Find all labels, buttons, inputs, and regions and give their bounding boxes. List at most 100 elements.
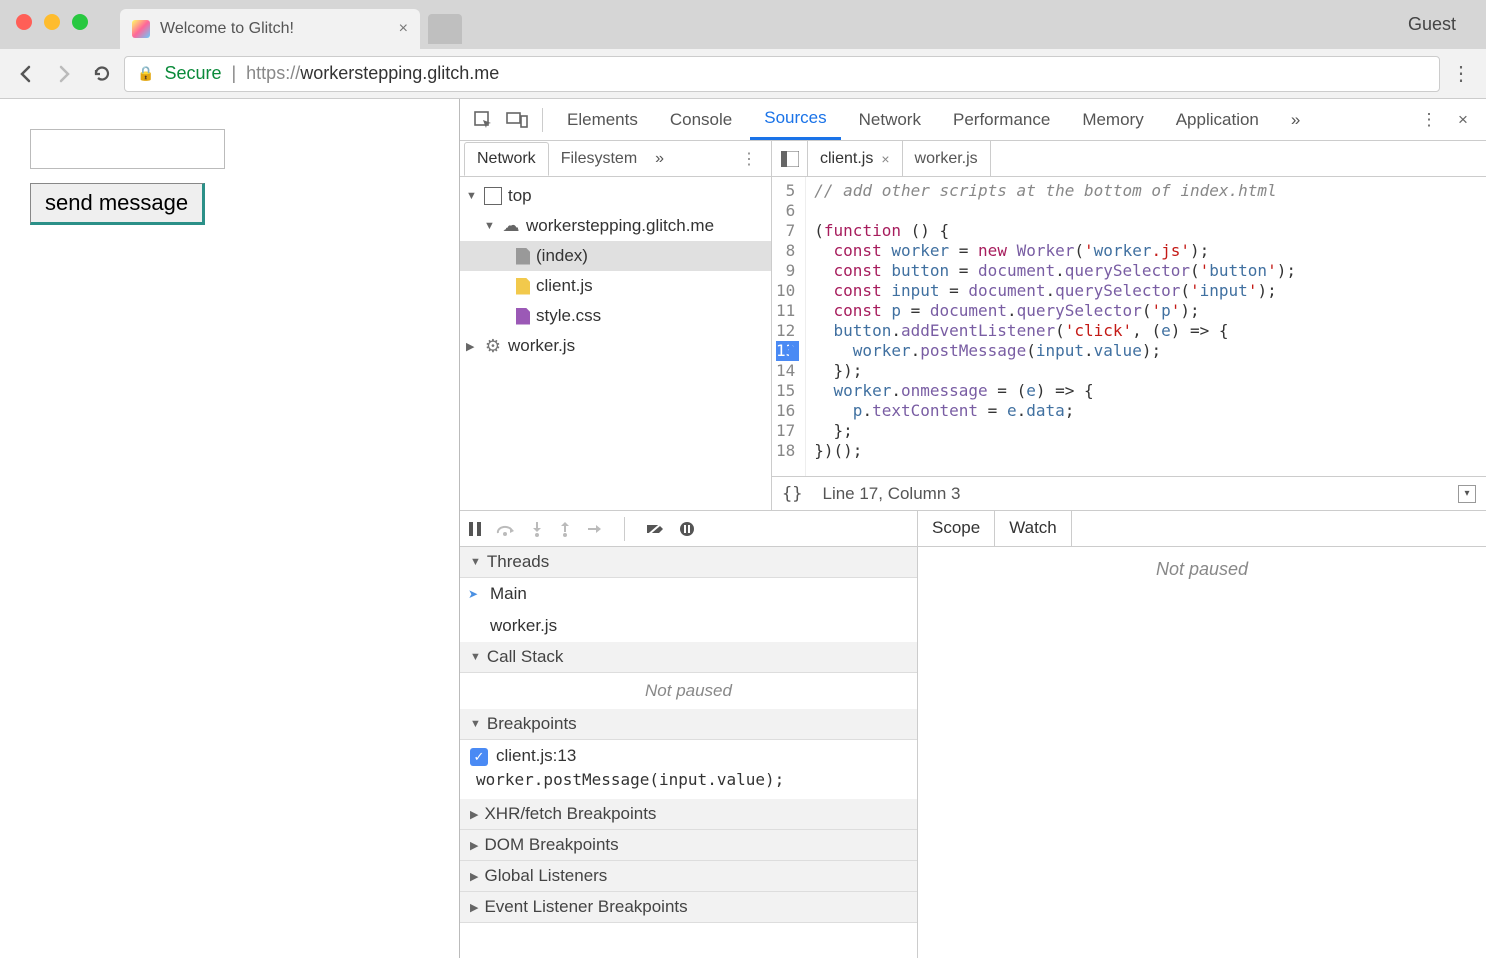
callstack-status: Not paused — [460, 673, 917, 709]
minimize-window-icon[interactable] — [44, 14, 60, 30]
tab-sources[interactable]: Sources — [750, 99, 840, 140]
new-tab-button[interactable] — [428, 14, 462, 44]
pause-on-exceptions-icon[interactable] — [679, 521, 695, 537]
devtools-tabs: Elements Console Sources Network Perform… — [460, 99, 1486, 141]
tab-console[interactable]: Console — [656, 101, 746, 139]
more-tabs-icon[interactable]: » — [1277, 101, 1314, 139]
debugger-sidebar: ▼Threads Main worker.js ▼Call Stack Not … — [460, 511, 918, 958]
section-event-listener-breakpoints[interactable]: ▶Event Listener Breakpoints — [460, 892, 917, 923]
close-tab-icon[interactable]: × — [399, 20, 408, 38]
devtools-panel: Elements Console Sources Network Perform… — [460, 99, 1486, 958]
devtools-settings-icon[interactable]: ⋮ — [1414, 105, 1444, 135]
close-devtools-icon[interactable]: × — [1448, 105, 1478, 135]
disclosure-triangle-icon[interactable]: ▶ — [466, 340, 478, 353]
maximize-window-icon[interactable] — [72, 14, 88, 30]
frame-icon — [484, 187, 502, 205]
tree-label: workerstepping.glitch.me — [526, 216, 714, 236]
close-tab-icon[interactable]: × — [881, 151, 889, 167]
tree-domain[interactable]: ▼ workerstepping.glitch.me — [460, 211, 771, 241]
disclosure-triangle-icon[interactable]: ▼ — [484, 220, 496, 232]
js-file-icon — [516, 278, 530, 295]
tab-scope[interactable]: Scope — [918, 511, 995, 546]
breakpoint-item[interactable]: ✓ client.js:13 worker.postMessage(input.v… — [460, 740, 917, 799]
pause-icon[interactable] — [468, 521, 482, 537]
reload-button[interactable] — [86, 58, 118, 90]
navigator-pane: Network Filesystem » ⋮ ▼ top — [460, 141, 772, 510]
secure-label: Secure — [164, 63, 221, 84]
tree-file-stylecss[interactable]: style.css — [460, 301, 771, 331]
tree-label: client.js — [536, 276, 593, 296]
close-window-icon[interactable] — [16, 14, 32, 30]
browser-tab-bar: Welcome to Glitch! × Guest — [0, 0, 1486, 49]
document-icon — [516, 248, 530, 265]
tab-network[interactable]: Network — [845, 101, 935, 139]
editor-tab-clientjs[interactable]: client.js × — [808, 141, 903, 176]
tree-label: top — [508, 186, 532, 206]
step-icon[interactable] — [586, 522, 604, 536]
editor-dropdown-icon[interactable]: ▾ — [1458, 485, 1476, 503]
section-breakpoints[interactable]: ▼Breakpoints — [460, 709, 917, 740]
page-viewport: send message — [0, 99, 460, 958]
tab-title: Welcome to Glitch! — [160, 20, 389, 38]
browser-toolbar: 🔒 Secure | https://workerstepping.glitch… — [0, 49, 1486, 99]
back-button[interactable] — [10, 58, 42, 90]
navigator-more-icon[interactable]: » — [649, 144, 670, 174]
tree-label: (index) — [536, 246, 588, 266]
address-bar[interactable]: 🔒 Secure | https://workerstepping.glitch… — [124, 56, 1440, 92]
separator: | — [231, 63, 236, 84]
thread-main[interactable]: Main — [460, 578, 917, 610]
section-threads[interactable]: ▼Threads — [460, 547, 917, 578]
tab-application[interactable]: Application — [1162, 101, 1273, 139]
tree-file-clientjs[interactable]: client.js — [460, 271, 771, 301]
breakpoint-label: client.js:13 — [496, 746, 576, 765]
cloud-icon — [502, 217, 520, 235]
scope-watch-pane: Scope Watch Not paused — [918, 511, 1486, 958]
navigator-menu-icon[interactable]: ⋮ — [731, 143, 767, 175]
navigator-tab-network[interactable]: Network — [464, 142, 549, 176]
send-message-button[interactable]: send message — [30, 183, 205, 225]
browser-tab[interactable]: Welcome to Glitch! × — [120, 9, 420, 49]
pretty-print-icon[interactable]: {} — [782, 484, 802, 504]
tab-memory[interactable]: Memory — [1068, 101, 1157, 139]
section-callstack[interactable]: ▼Call Stack — [460, 642, 917, 673]
tree-file-index[interactable]: (index) — [460, 241, 771, 271]
css-file-icon — [516, 308, 530, 325]
tree-label: style.css — [536, 306, 601, 326]
browser-menu-icon[interactable]: ⋮ — [1446, 61, 1476, 86]
step-into-icon[interactable] — [530, 521, 544, 537]
code-editor[interactable]: 56789101112131415161718 // add other scr… — [772, 177, 1486, 476]
gear-icon — [484, 337, 502, 355]
forward-button[interactable] — [48, 58, 80, 90]
url-protocol: https:// — [246, 63, 300, 83]
section-dom-breakpoints[interactable]: ▶DOM Breakpoints — [460, 830, 917, 861]
message-input[interactable] — [30, 129, 225, 169]
scope-status: Not paused — [1156, 559, 1248, 580]
tree-worker[interactable]: ▶ worker.js — [460, 331, 771, 361]
disclosure-triangle-icon[interactable]: ▼ — [466, 190, 478, 202]
tab-performance[interactable]: Performance — [939, 101, 1064, 139]
step-out-icon[interactable] — [558, 521, 572, 537]
thread-worker[interactable]: worker.js — [460, 610, 917, 642]
url-host: workerstepping.glitch.me — [300, 63, 499, 83]
window-controls — [16, 14, 88, 30]
editor-tab-label: worker.js — [915, 150, 978, 168]
section-global-listeners[interactable]: ▶Global Listeners — [460, 861, 917, 892]
debugger-toolbar — [460, 511, 917, 547]
inspect-element-icon[interactable] — [468, 105, 498, 135]
editor-tab-label: client.js — [820, 150, 873, 168]
profile-label[interactable]: Guest — [1408, 14, 1456, 35]
toggle-navigator-icon[interactable] — [772, 141, 808, 176]
deactivate-breakpoints-icon[interactable] — [645, 521, 665, 537]
section-xhr-breakpoints[interactable]: ▶XHR/fetch Breakpoints — [460, 799, 917, 830]
navigator-tab-filesystem[interactable]: Filesystem — [549, 143, 649, 175]
breakpoint-code: worker.postMessage(input.value); — [470, 766, 907, 793]
step-over-icon[interactable] — [496, 521, 516, 537]
tab-elements[interactable]: Elements — [553, 101, 652, 139]
tree-top[interactable]: ▼ top — [460, 181, 771, 211]
favicon-icon — [132, 20, 150, 38]
editor-tab-workerjs[interactable]: worker.js — [903, 141, 991, 176]
device-toolbar-icon[interactable] — [502, 105, 532, 135]
tab-watch[interactable]: Watch — [995, 511, 1072, 546]
lock-icon: 🔒 — [137, 65, 154, 82]
breakpoint-checkbox[interactable]: ✓ — [470, 748, 488, 766]
